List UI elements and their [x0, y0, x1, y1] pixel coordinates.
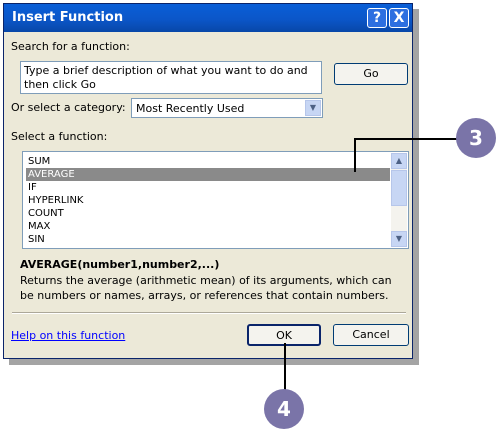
list-item[interactable]: SIN	[26, 233, 390, 246]
list-item[interactable]: COUNT	[26, 207, 390, 220]
list-item[interactable]: MAX	[26, 220, 390, 233]
function-description: Returns the average (arithmetic mean) of…	[20, 274, 392, 302]
list-scrollbar[interactable]: ▲ ▼	[391, 153, 407, 247]
category-select[interactable]: Most Recently Used ▼	[131, 98, 323, 118]
function-list-label: Select a function:	[11, 130, 108, 143]
dialog-title: Insert Function	[12, 10, 124, 25]
close-icon[interactable]: X	[389, 8, 409, 28]
list-item[interactable]: SUM	[26, 155, 390, 168]
help-icon[interactable]: ?	[367, 8, 387, 28]
category-selected: Most Recently Used	[136, 102, 245, 115]
callout-3-line	[354, 138, 458, 140]
callout-3-line	[354, 138, 356, 172]
list-item-selected[interactable]: AVERAGE	[26, 168, 390, 181]
scroll-up-icon[interactable]: ▲	[391, 153, 407, 169]
callout-4-line	[284, 343, 286, 391]
chevron-down-icon[interactable]: ▼	[305, 100, 321, 116]
category-label: Or select a category:	[11, 101, 126, 114]
callout-3-badge: 3	[456, 118, 496, 158]
scroll-thumb[interactable]	[391, 170, 407, 206]
search-label: Search for a function:	[11, 40, 130, 53]
help-link[interactable]: Help on this function	[11, 329, 125, 342]
callout-4-badge: 4	[264, 389, 304, 429]
divider	[12, 312, 406, 314]
list-item[interactable]: HYPERLINK	[26, 194, 390, 207]
list-item[interactable]: IF	[26, 181, 390, 194]
insert-function-dialog: Insert Function ? X Search for a functio…	[3, 3, 413, 359]
cancel-button[interactable]: Cancel	[333, 324, 409, 346]
scroll-down-icon[interactable]: ▼	[391, 231, 407, 247]
function-syntax: AVERAGE(number1,number2,...)	[20, 258, 220, 271]
function-list[interactable]: SUM AVERAGE IF HYPERLINK COUNT MAX SIN ▲…	[22, 151, 409, 249]
go-button[interactable]: Go	[334, 63, 408, 85]
title-bar[interactable]: Insert Function ? X	[4, 4, 412, 32]
search-input[interactable]: Type a brief description of what you wan…	[20, 61, 322, 94]
